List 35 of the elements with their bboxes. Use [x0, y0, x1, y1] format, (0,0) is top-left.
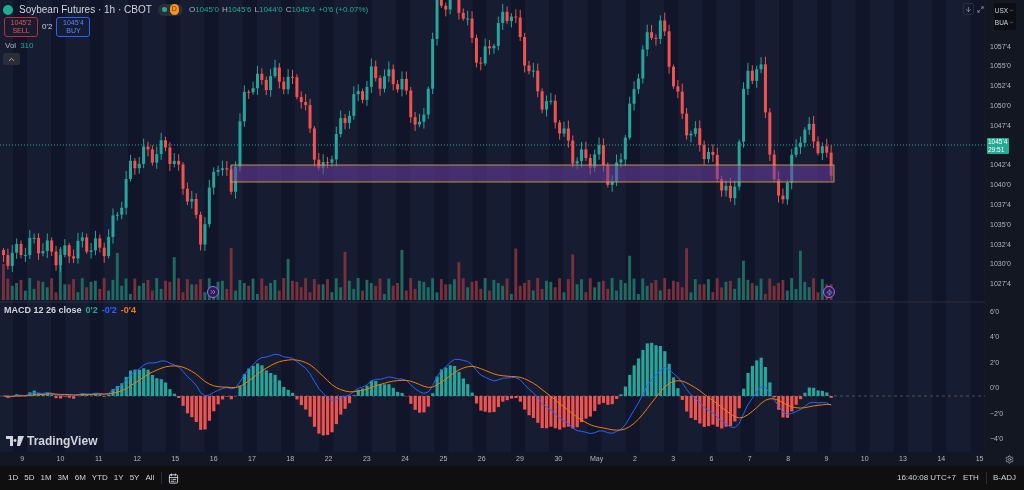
- volume-label: Vol: [5, 40, 17, 52]
- volume-value: 310: [20, 40, 34, 52]
- arrow-down-icon: [965, 5, 972, 13]
- scroll-down-button[interactable]: [963, 3, 974, 15]
- range-button[interactable]: 1D: [5, 472, 22, 484]
- logo-text: TradingView: [27, 433, 98, 450]
- range-button[interactable]: 3M: [54, 472, 72, 484]
- macd-value: 0'2: [85, 304, 98, 317]
- range-button[interactable]: All: [142, 472, 158, 484]
- symbol-title[interactable]: Soybean Futures · 1h · CBOT: [19, 2, 152, 17]
- range-button[interactable]: 6M: [71, 472, 89, 484]
- range-button[interactable]: 1Y: [110, 472, 127, 484]
- range-button[interactable]: 5Y: [126, 472, 143, 484]
- maximize-icon: [977, 5, 984, 13]
- bolt-icon: [825, 288, 833, 296]
- double-chevron-icon: [209, 288, 217, 296]
- session-button[interactable]: ETH: [958, 472, 983, 484]
- logo-icon: [6, 436, 24, 446]
- macd-value: -0'2: [101, 304, 117, 317]
- adjustment-button[interactable]: B-ADJ: [989, 472, 1019, 484]
- caret-icon: [1009, 20, 1015, 25]
- range-button[interactable]: 1M: [37, 472, 55, 484]
- spread-value: 0'2: [41, 21, 54, 33]
- clock-text[interactable]: 16:40:08 UTC+7: [893, 472, 959, 484]
- settings-icon[interactable]: [1005, 454, 1014, 464]
- symbol-logo-icon: [3, 4, 13, 15]
- range-button[interactable]: YTD: [88, 472, 111, 484]
- caret-icon: [1009, 8, 1015, 13]
- range-button[interactable]: 5D: [21, 472, 38, 484]
- maximize-button[interactable]: [977, 3, 984, 15]
- macd-label: MACD 12 26 close: [4, 304, 82, 317]
- calendar-icon: [168, 472, 180, 484]
- collapse-button[interactable]: [3, 53, 20, 65]
- ohlc-legend: O1045'0 H1045'6 L1044'0 C1045'4 +0'6 (+0.07%): [188, 3, 369, 16]
- macd-value: -0'4: [120, 304, 136, 317]
